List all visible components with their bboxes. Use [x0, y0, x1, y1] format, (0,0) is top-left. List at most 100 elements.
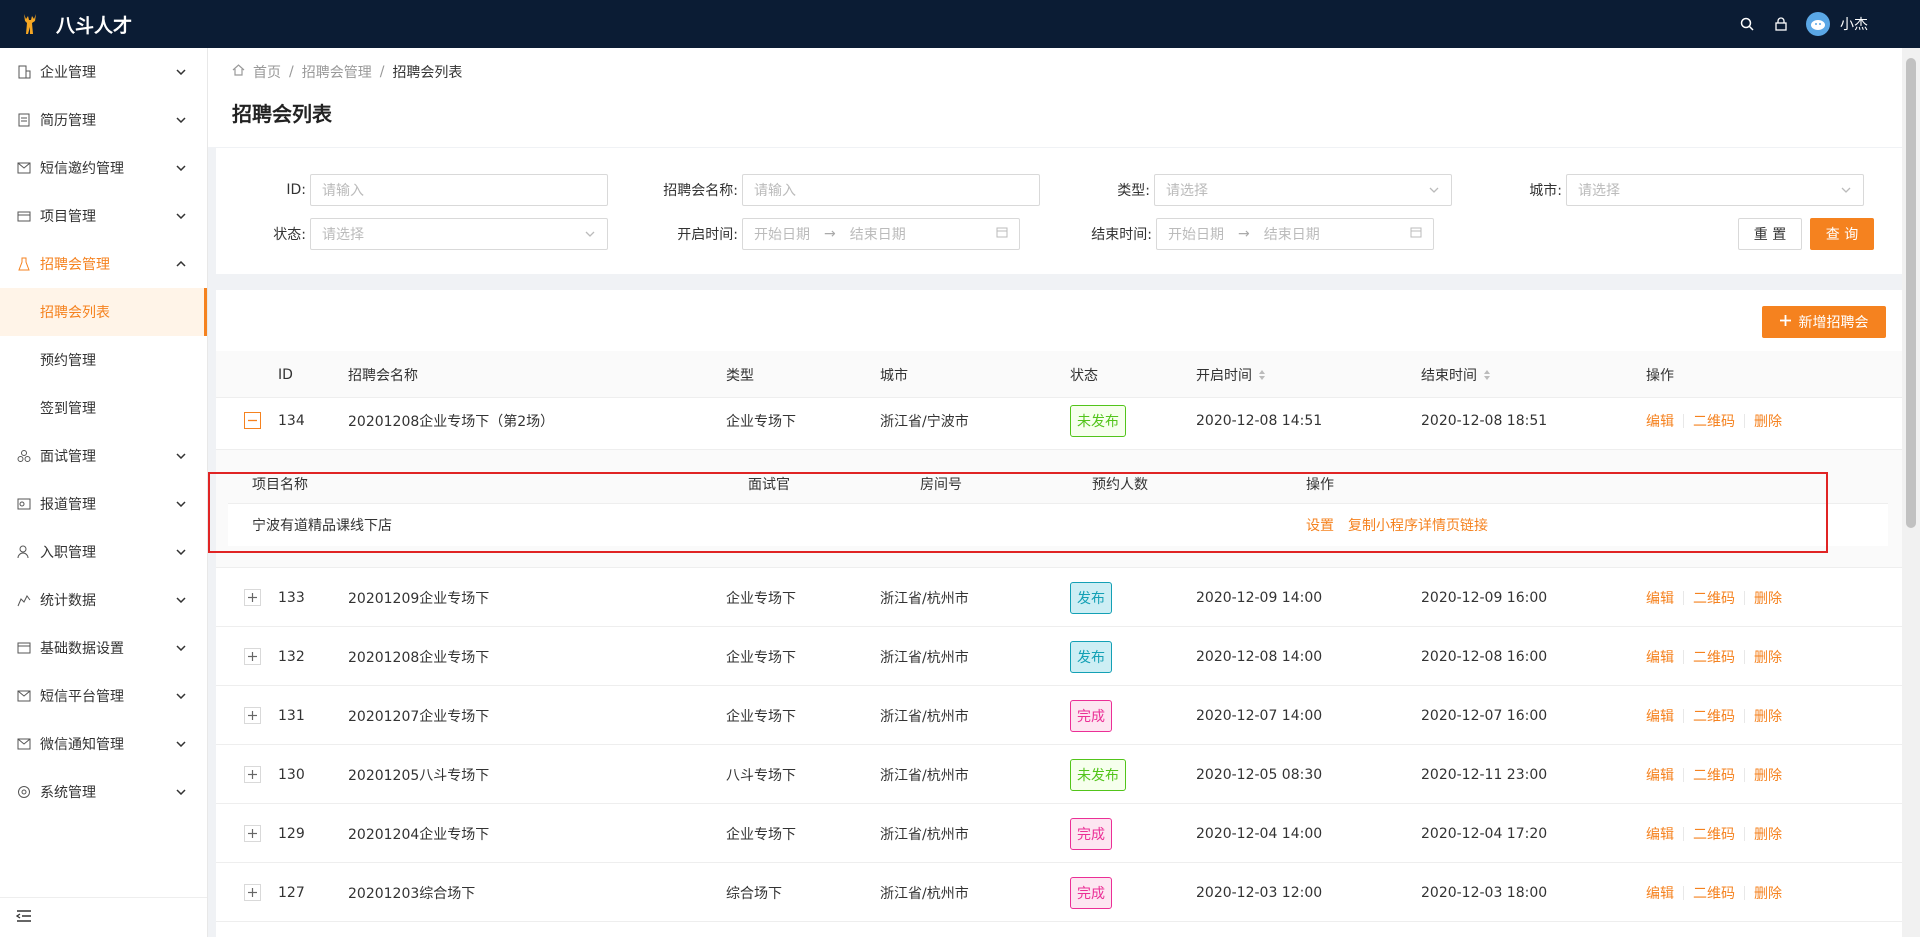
project-sub-table: 项目名称 面试官 房间号 预约人数 操作 宁波有道精品课线下店 设置 复制小程序…: [228, 463, 1888, 546]
breadcrumb: 首页 / 招聘会管理 / 招聘会列表: [232, 62, 1878, 82]
collapse-sidebar-button[interactable]: [0, 897, 207, 937]
reset-button[interactable]: 重 置: [1738, 218, 1802, 250]
cell-type: 企业专场下: [726, 708, 796, 725]
sidebar-subitem-checkin[interactable]: 签到管理: [0, 384, 207, 432]
sidebar-item-report[interactable]: 报道管理: [0, 480, 207, 528]
chevron-down-icon: [175, 546, 187, 558]
expand-row-button[interactable]: [244, 884, 261, 901]
sidebar-item-label: 面试管理: [40, 449, 96, 465]
cell-type: 企业专场下: [726, 590, 796, 607]
app-title: 八斗人才: [56, 14, 133, 37]
delete-link[interactable]: 删除: [1754, 883, 1782, 903]
sidebar-item-stats[interactable]: 统计数据: [0, 576, 207, 624]
status-select[interactable]: 请选择: [310, 218, 608, 250]
database-icon: [16, 640, 32, 656]
sidebar-item-project[interactable]: 项目管理: [0, 192, 207, 240]
user-menu[interactable]: 小杰: [1806, 12, 1868, 36]
chevron-down-icon: [175, 66, 187, 78]
delete-link[interactable]: 删除: [1754, 765, 1782, 785]
sidebar-subitem-job-fair-list[interactable]: 招聘会列表: [0, 288, 207, 336]
query-button[interactable]: 查 询: [1810, 218, 1874, 250]
cell-type: 企业专场下: [726, 826, 796, 843]
qrcode-link[interactable]: 二维码: [1693, 411, 1735, 431]
menu-fold-icon: [15, 909, 32, 927]
expand-row-button[interactable]: [244, 589, 261, 606]
expand-row-button[interactable]: [244, 825, 261, 842]
sidebar-item-interview[interactable]: 面试管理: [0, 432, 207, 480]
expanded-row: 项目名称 面试官 房间号 预约人数 操作 宁波有道精品课线下店 设置 复制小程序…: [216, 450, 1902, 568]
cell-id: 131: [278, 707, 305, 724]
chevron-down-icon: [584, 228, 596, 240]
expand-row-button[interactable]: [244, 766, 261, 783]
sub-column-header-interviewer: 面试官: [748, 476, 790, 493]
edit-link[interactable]: 编辑: [1646, 824, 1674, 844]
qrcode-link[interactable]: 二维码: [1693, 647, 1735, 667]
edit-link[interactable]: 编辑: [1646, 647, 1674, 667]
cell-end-time: 2020-12-03 18:00: [1421, 884, 1548, 901]
qrcode-link[interactable]: 二维码: [1693, 706, 1735, 726]
sidebar-item-label: 报道管理: [40, 497, 96, 513]
delete-link[interactable]: 删除: [1754, 588, 1782, 608]
add-job-fair-button[interactable]: 新增招聘会: [1762, 306, 1886, 338]
cell-start-time: 2020-12-05 08:30: [1196, 766, 1323, 783]
edit-link[interactable]: 编辑: [1646, 765, 1674, 785]
expand-row-button[interactable]: [244, 707, 261, 724]
breadcrumb-home[interactable]: 首页: [253, 62, 281, 82]
sidebar-item-company[interactable]: 企业管理: [0, 48, 207, 96]
mail-icon: [16, 688, 32, 704]
collapse-row-button[interactable]: [244, 412, 261, 429]
chevron-down-icon: [175, 786, 187, 798]
chevron-down-icon: [175, 498, 187, 510]
page-scrollbar[interactable]: [1902, 48, 1920, 937]
sidebar-item-sms-invite[interactable]: 短信邀约管理: [0, 144, 207, 192]
sidebar-item-label: 招聘会管理: [40, 257, 110, 273]
delete-link[interactable]: 删除: [1754, 411, 1782, 431]
sidebar-item-job-fair[interactable]: 招聘会管理: [0, 240, 207, 288]
sidebar-item-sms-platform[interactable]: 短信平台管理: [0, 672, 207, 720]
sidebar-item-label: 统计数据: [40, 593, 96, 609]
delete-link[interactable]: 删除: [1754, 824, 1782, 844]
name-input[interactable]: 请输入: [742, 174, 1040, 206]
cell-end-time: 2020-12-11 23:00: [1421, 766, 1548, 783]
report-icon: [16, 496, 32, 512]
deer-logo-icon: [16, 10, 44, 38]
gear-icon: [16, 784, 32, 800]
sidebar-item-base-data[interactable]: 基础数据设置: [0, 624, 207, 672]
start-time-range-picker[interactable]: 开始日期 → 结束日期: [742, 218, 1020, 250]
settings-link[interactable]: 设置: [1306, 515, 1334, 535]
filter-panel: ID: 请输入 招聘会名称: 请输入 类型: 请选择 城市: 请选择 状态: 请…: [216, 148, 1902, 274]
username: 小杰: [1840, 17, 1868, 33]
sidebar-item-system[interactable]: 系统管理: [0, 768, 207, 816]
delete-link[interactable]: 删除: [1754, 706, 1782, 726]
expand-row-button[interactable]: [244, 648, 261, 665]
type-select[interactable]: 请选择: [1154, 174, 1452, 206]
document-icon: [16, 112, 32, 128]
cell-city: 浙江省/杭州市: [880, 708, 969, 725]
status-badge: 发布: [1070, 581, 1112, 614]
qrcode-link[interactable]: 二维码: [1693, 765, 1735, 785]
logo[interactable]: 八斗人才: [16, 10, 132, 38]
edit-link[interactable]: 编辑: [1646, 411, 1674, 431]
sidebar-item-label: 微信通知管理: [40, 737, 124, 753]
end-time-range-picker[interactable]: 开始日期 → 结束日期: [1156, 218, 1434, 250]
delete-link[interactable]: 删除: [1754, 647, 1782, 667]
edit-link[interactable]: 编辑: [1646, 706, 1674, 726]
scrollbar-thumb[interactable]: [1906, 58, 1916, 528]
folder-icon: [16, 208, 32, 224]
id-input[interactable]: 请输入: [310, 174, 608, 206]
search-icon[interactable]: [1738, 15, 1756, 33]
sidebar-item-wechat-notify[interactable]: 微信通知管理: [0, 720, 207, 768]
qrcode-link[interactable]: 二维码: [1693, 824, 1735, 844]
breadcrumb-parent[interactable]: 招聘会管理: [302, 62, 372, 82]
copy-miniprogram-link[interactable]: 复制小程序详情页链接: [1348, 515, 1488, 535]
sidebar-item-resume[interactable]: 简历管理: [0, 96, 207, 144]
edit-link[interactable]: 编辑: [1646, 588, 1674, 608]
sidebar-subitem-appointments[interactable]: 预约管理: [0, 336, 207, 384]
sidebar-item-onboarding[interactable]: 入职管理: [0, 528, 207, 576]
qrcode-link[interactable]: 二维码: [1693, 588, 1735, 608]
edit-link[interactable]: 编辑: [1646, 883, 1674, 903]
city-select[interactable]: 请选择: [1566, 174, 1864, 206]
lock-icon[interactable]: [1772, 15, 1790, 33]
qrcode-link[interactable]: 二维码: [1693, 883, 1735, 903]
sub-column-header-project: 项目名称: [252, 476, 308, 493]
